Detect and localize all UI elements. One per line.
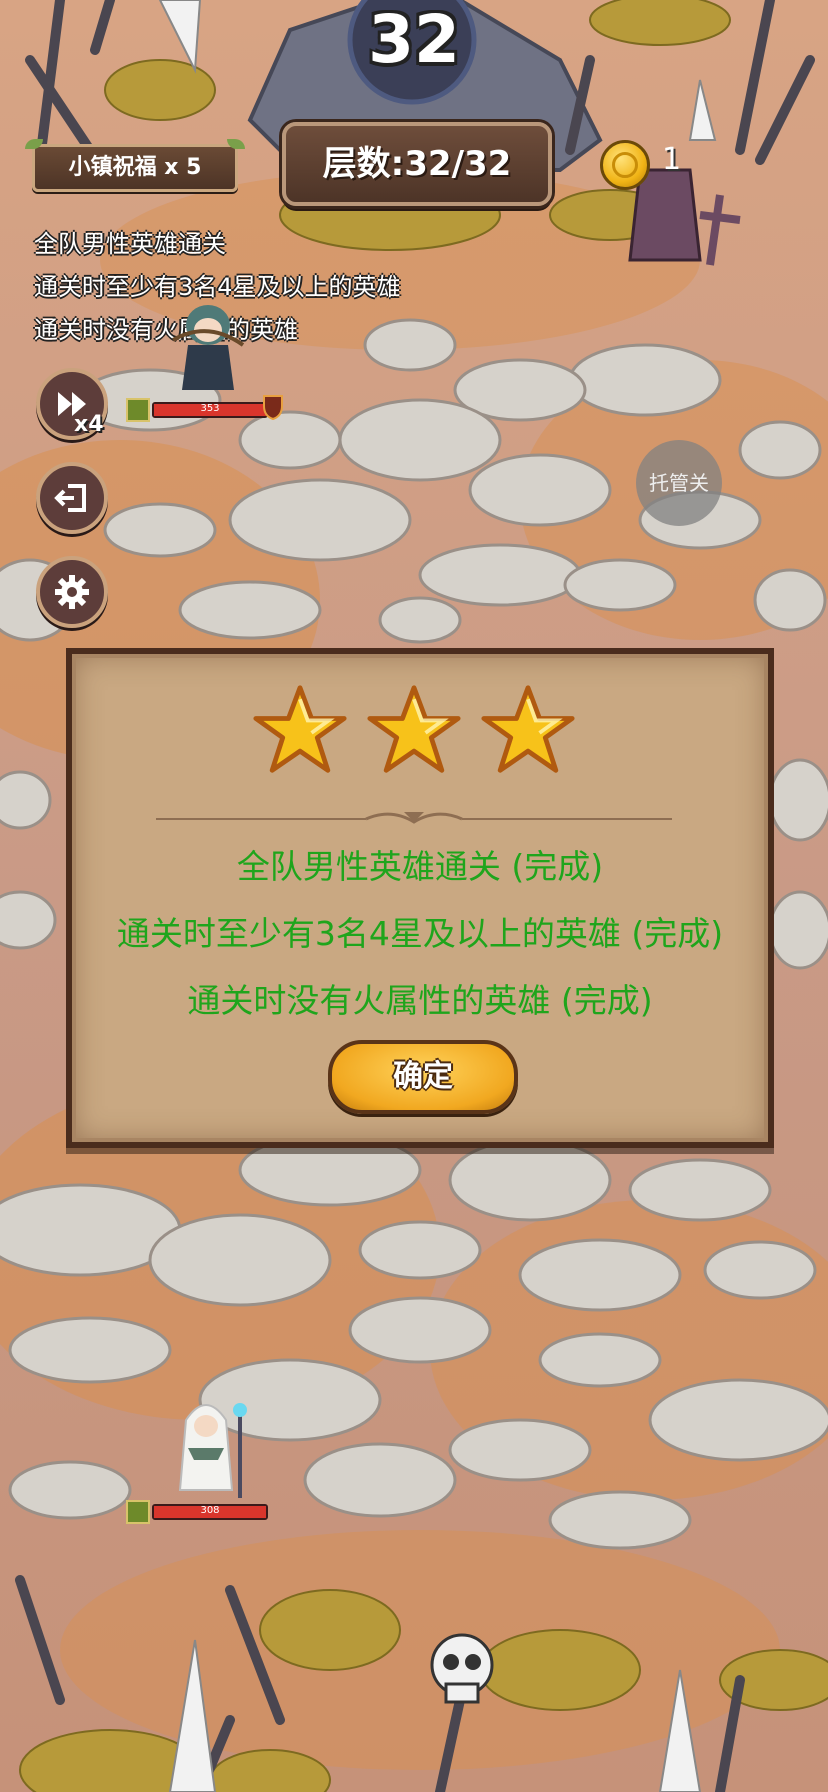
coin-count: 1: [662, 142, 682, 177]
floor-counter: 层数:32/32: [282, 122, 552, 206]
hero-unit[interactable]: 308: [126, 1390, 286, 1530]
result-objective-1: 全队男性英雄通关 (完成): [236, 847, 604, 886]
enemy-hp-bar: 353: [152, 402, 268, 418]
confirm-button[interactable]: 确定: [328, 1040, 518, 1114]
enemy-unit[interactable]: 353: [126, 300, 286, 430]
enemy-hp-value: 353: [200, 403, 220, 414]
boss-counter: 32: [368, 1, 460, 78]
auto-battle-toggle[interactable]: 托管关: [636, 440, 722, 526]
blessing-label: 小镇祝福 x 5: [68, 155, 202, 180]
result-objective-2: 通关时至少有3名4星及以上的英雄 (完成): [116, 914, 724, 953]
exit-icon: [54, 484, 86, 512]
star-icon: [480, 682, 576, 782]
leaf-decoration: [25, 139, 43, 149]
hero-sprite: [178, 1403, 247, 1498]
gear-icon: [55, 575, 89, 609]
stage-clear-dialog: 全队男性英雄通关 (完成) 通关时至少有3名4星及以上的英雄 (完成) 通关时没…: [66, 648, 774, 1148]
settings-button[interactable]: [36, 556, 108, 628]
enemy-sprite: [172, 305, 245, 390]
hero-hp-value: 308: [200, 1505, 220, 1516]
exit-button[interactable]: [36, 462, 108, 534]
ornament-divider: [156, 812, 672, 824]
objective-1: 全队男性英雄通关: [34, 230, 226, 258]
hero-hp-bar: 308: [152, 1504, 268, 1520]
town-blessing-banner[interactable]: 小镇祝福 x 5: [25, 139, 245, 192]
class-icon: [126, 398, 150, 422]
coin-icon: [600, 140, 650, 190]
speed-multiplier: x4: [74, 412, 104, 437]
objective-2: 通关时至少有3名4星及以上的英雄: [34, 273, 401, 301]
result-objective-3: 通关时没有火属性的英雄 (完成): [187, 981, 653, 1020]
star-icon: [366, 682, 462, 782]
shield-icon: [263, 395, 283, 420]
class-icon: [126, 1500, 150, 1524]
star-icon: [252, 682, 348, 782]
